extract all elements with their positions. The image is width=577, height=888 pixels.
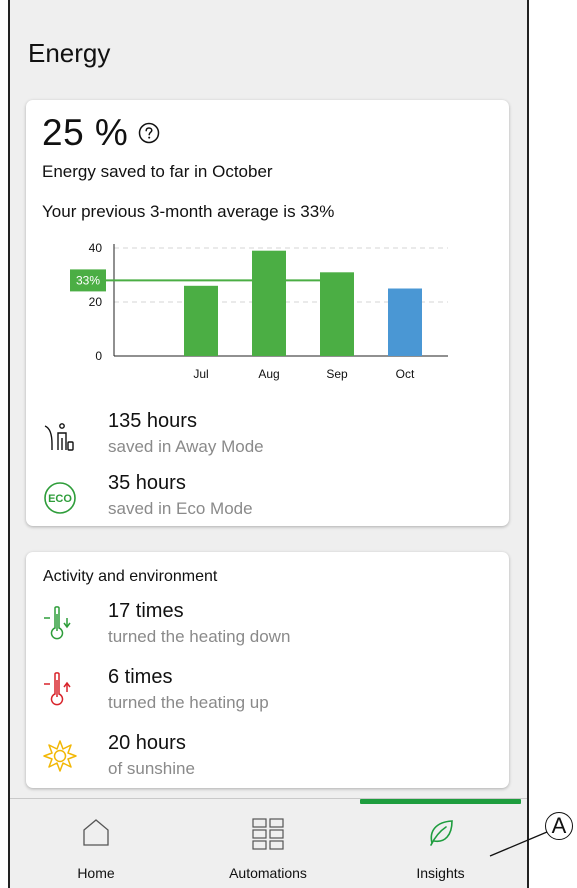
callout-leader-line — [489, 831, 548, 857]
callout-marker: A — [545, 812, 573, 840]
